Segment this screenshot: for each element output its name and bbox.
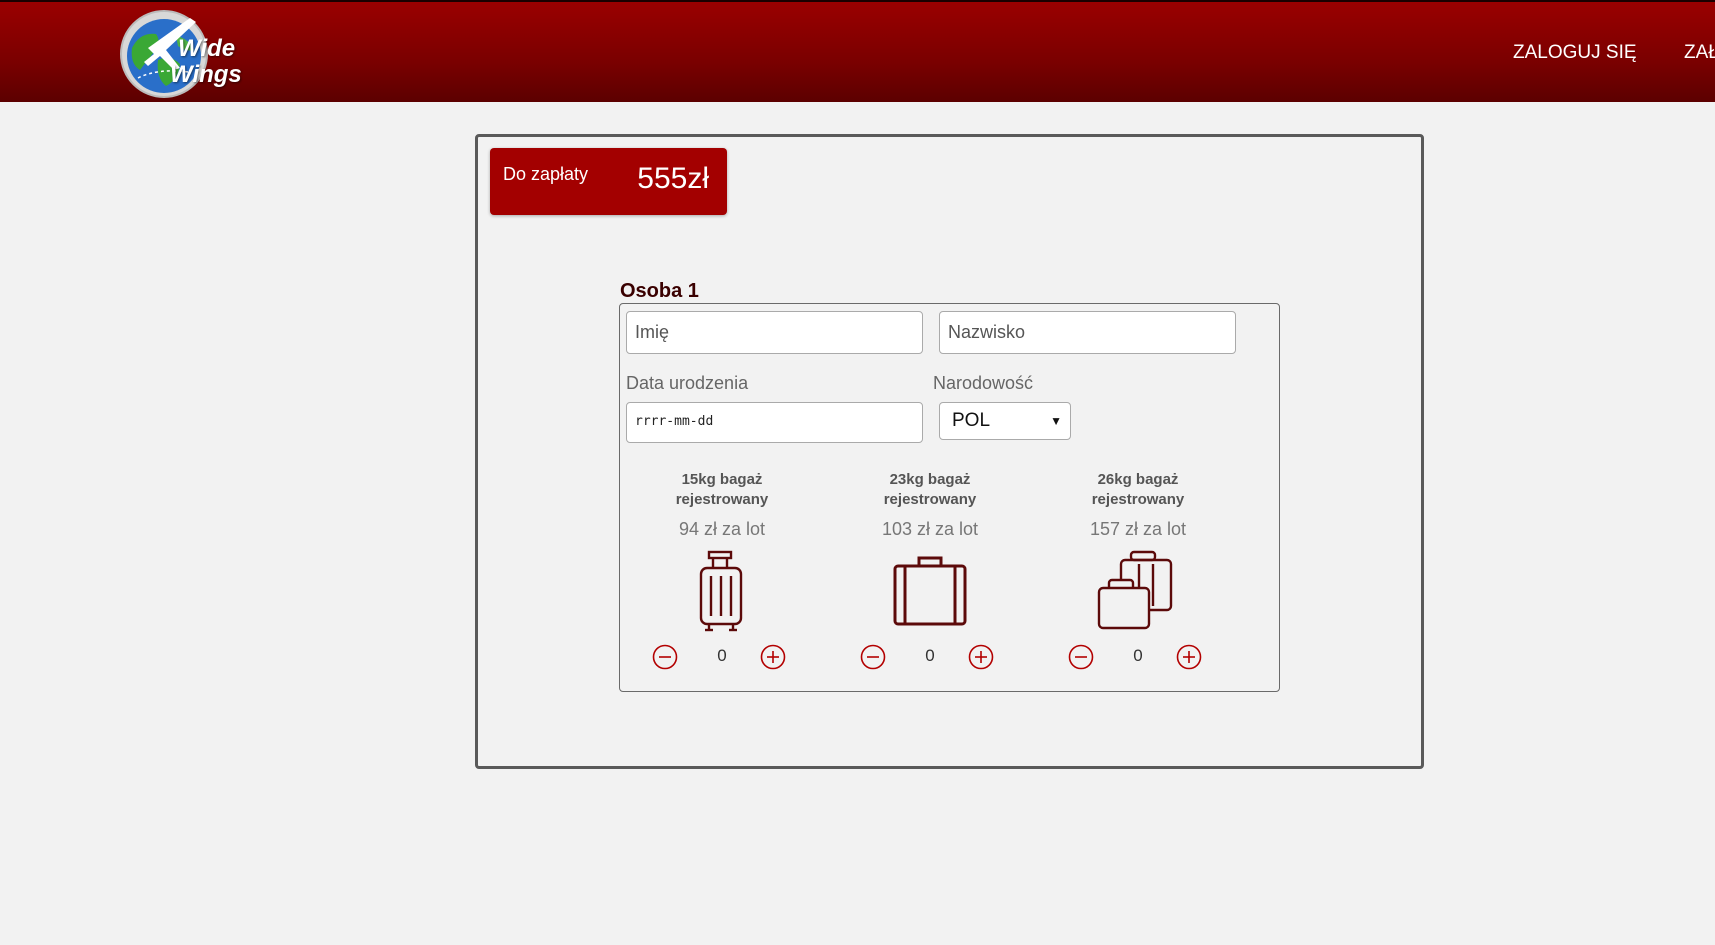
baggage-counter: 0 [632, 644, 812, 672]
plus-circle-icon[interactable] [760, 644, 786, 670]
minus-circle-icon[interactable] [860, 644, 886, 670]
luggage-set-icon [1097, 550, 1173, 630]
plus-circle-icon[interactable] [1176, 644, 1202, 670]
baggage-counter: 0 [840, 644, 1020, 672]
baggage-name-line2: rejestrowany [1091, 491, 1185, 508]
baggage-option-23kg: 23kg bagaż rejestrowany 103 zł za lot 0 [840, 470, 1020, 672]
header-bar: Wide Wings ZALOGUJ SIĘ ZAŁ [0, 0, 1715, 102]
baggage-name-line2: rejestrowany [675, 491, 769, 508]
baggage-name-line1: 15kg bagaż [681, 471, 763, 488]
baggage-name-line1: 23kg bagaż [889, 471, 971, 488]
suitcase-icon [893, 556, 967, 626]
baggage-price: 157 zł za lot [1089, 519, 1187, 539]
baggage-counter: 0 [1048, 644, 1228, 672]
first-name-input[interactable]: Imię [626, 311, 923, 354]
minus-circle-icon[interactable] [1068, 644, 1094, 670]
last-name-input[interactable]: Nazwisko [939, 311, 1236, 354]
last-name-placeholder: Nazwisko [948, 322, 1026, 342]
trolley-suitcase-icon [699, 550, 743, 632]
person-title: Osoba 1 [620, 280, 699, 302]
baggage-quantity: 0 [1133, 646, 1143, 665]
baggage-price: 103 zł za lot [881, 519, 979, 539]
first-name-placeholder: Imię [635, 322, 670, 342]
birthdate-placeholder: rrrr-mm-dd [635, 414, 714, 429]
plus-circle-icon[interactable] [968, 644, 994, 670]
login-link[interactable]: ZALOGUJ SIĘ [1513, 42, 1637, 64]
birthdate-label: Data urodzenia [626, 373, 749, 393]
nationality-label: Narodowość [933, 373, 1034, 393]
baggage-price: 94 zł za lot [678, 519, 766, 539]
payment-label: Do zapłaty [503, 164, 589, 184]
baggage-quantity: 0 [925, 646, 935, 665]
payment-summary: Do zapłaty 555zł [490, 148, 727, 215]
brand-line2: Wings [170, 61, 242, 88]
register-link[interactable]: ZAŁ [1684, 42, 1715, 64]
baggage-option-26kg: 26kg bagaż rejestrowany 157 zł za lot 0 [1048, 470, 1228, 672]
dropdown-caret-icon: ▼ [1050, 414, 1062, 428]
baggage-option-15kg: 15kg bagaż rejestrowany 94 zł za lot 0 [632, 470, 812, 672]
baggage-quantity: 0 [717, 646, 727, 665]
nationality-value: POL [952, 410, 991, 431]
logo[interactable]: Wide Wings [118, 8, 268, 100]
payment-amount: 555zł [637, 162, 709, 195]
baggage-name-line1: 26kg bagaż [1097, 471, 1179, 488]
brand-line1: Wide [178, 35, 236, 62]
nationality-select[interactable]: POL ▼ [939, 402, 1071, 440]
baggage-name-line2: rejestrowany [883, 491, 977, 508]
birthdate-input[interactable]: rrrr-mm-dd [626, 402, 923, 443]
minus-circle-icon[interactable] [652, 644, 678, 670]
